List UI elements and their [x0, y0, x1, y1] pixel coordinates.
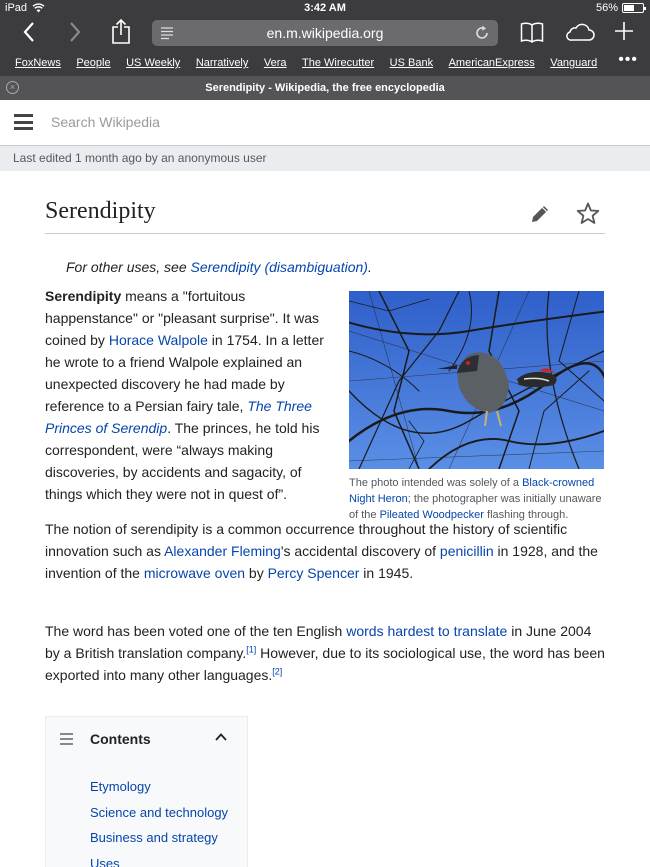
bookmarks-button[interactable] [520, 21, 544, 43]
text: The word has been voted one of the ten E… [45, 623, 347, 639]
new-tab-button[interactable] [614, 21, 634, 41]
favorite-link[interactable]: AmericanExpress [449, 57, 535, 69]
article-image: The photo intended was solely of a Black… [349, 291, 604, 523]
status-right: 56% [595, 2, 646, 14]
penicillin-link[interactable]: penicillin [440, 543, 494, 559]
words-hardest-link[interactable]: words hardest to translate [346, 623, 507, 639]
toc-title[interactable]: Contents [90, 731, 151, 747]
disambiguation-link[interactable]: Serendipity (disambiguation) [191, 259, 368, 275]
page-title: Serendipity [45, 198, 156, 224]
chevron-left-icon [23, 22, 34, 42]
star-icon[interactable] [576, 202, 600, 225]
percy-spencer-link[interactable]: Percy Spencer [268, 565, 360, 581]
title-divider [45, 233, 605, 234]
hatnote: For other uses, see Serendipity (disambi… [66, 259, 372, 275]
book-icon [520, 22, 544, 43]
reader-icon[interactable] [160, 24, 174, 42]
share-button[interactable] [111, 18, 131, 45]
toc-list: Etymology Science and technology Busines… [90, 774, 228, 867]
favorite-link[interactable]: FoxNews [15, 57, 61, 69]
share-icon [112, 18, 130, 44]
reload-icon[interactable] [474, 24, 490, 42]
wiki-header: Search Wikipedia [0, 100, 650, 146]
table-of-contents: Contents Etymology Science and technolog… [45, 716, 248, 867]
cloud-icon [566, 23, 595, 41]
hatnote-suffix: . [367, 259, 372, 275]
toc-item-science[interactable]: Science and technology [90, 800, 228, 826]
last-edited-bar[interactable]: Last edited 1 month ago by an anonymous … [0, 146, 650, 171]
toc-item-uses[interactable]: Uses [90, 851, 228, 867]
science-paragraph: The notion of serendipity is a common oc… [45, 518, 605, 584]
url-text: en.m.wikipedia.org [266, 25, 384, 41]
caption-text: The photo intended was solely of a [349, 477, 523, 489]
back-button[interactable] [22, 20, 36, 44]
favorite-link[interactable]: Vanguard [550, 57, 597, 69]
tab-title: Serendipity - Wikipedia, the free encycl… [205, 82, 445, 94]
text: in 1945. [359, 565, 414, 581]
heron-photo[interactable] [349, 291, 604, 469]
reference-1-link[interactable]: [1] [246, 644, 256, 654]
battery-icon [622, 3, 646, 13]
forward-button[interactable] [68, 20, 82, 44]
browser-toolbar: en.m.wikipedia.org [0, 18, 650, 50]
chevron-up-icon[interactable] [214, 730, 228, 744]
favorites-bar: FoxNews People US Weekly Narratively Ver… [0, 50, 650, 76]
favorite-link[interactable]: US Bank [390, 57, 433, 69]
close-tab-icon[interactable]: × [6, 81, 19, 94]
favorite-link[interactable]: The Wirecutter [302, 57, 374, 69]
list-icon [60, 733, 73, 748]
search-input[interactable]: Search Wikipedia [51, 114, 160, 130]
text: 's accidental discovery of [280, 543, 440, 559]
favorite-link[interactable]: People [76, 57, 110, 69]
icloud-tabs-button[interactable] [565, 22, 595, 42]
toc-item-etymology[interactable]: Etymology [90, 774, 228, 800]
plus-icon [615, 22, 633, 40]
alexander-fleming-link[interactable]: Alexander Fleming [164, 543, 281, 559]
image-caption: The photo intended was solely of a Black… [349, 475, 604, 523]
horace-walpole-link[interactable]: Horace Walpole [109, 332, 208, 348]
tab-bar[interactable]: × Serendipity - Wikipedia, the free ency… [0, 76, 650, 100]
favorite-link[interactable]: US Weekly [126, 57, 180, 69]
favorite-link[interactable]: Narratively [196, 57, 249, 69]
microwave-oven-link[interactable]: microwave oven [144, 565, 245, 581]
status-time: 3:42 AM [304, 2, 346, 14]
status-bar: iPad 3:42 AM 56% [0, 0, 650, 18]
chevron-right-icon [70, 22, 81, 42]
hatnote-text: For other uses, see [66, 259, 191, 275]
translation-paragraph: The word has been voted one of the ten E… [45, 620, 605, 686]
favorites-more-button[interactable]: ••• [618, 52, 638, 68]
address-bar[interactable]: en.m.wikipedia.org [152, 20, 498, 46]
toc-item-business[interactable]: Business and strategy [90, 825, 228, 851]
bold-term: Serendipity [45, 288, 122, 304]
reference-2-link[interactable]: [2] [272, 666, 282, 676]
menu-icon[interactable] [14, 114, 33, 130]
pencil-icon[interactable] [529, 203, 551, 225]
text: by [245, 565, 268, 581]
intro-paragraph: Serendipity means a "fortuitous happenst… [45, 285, 330, 505]
favorite-link[interactable]: Vera [264, 57, 287, 69]
battery-percent: 56% [595, 2, 618, 14]
